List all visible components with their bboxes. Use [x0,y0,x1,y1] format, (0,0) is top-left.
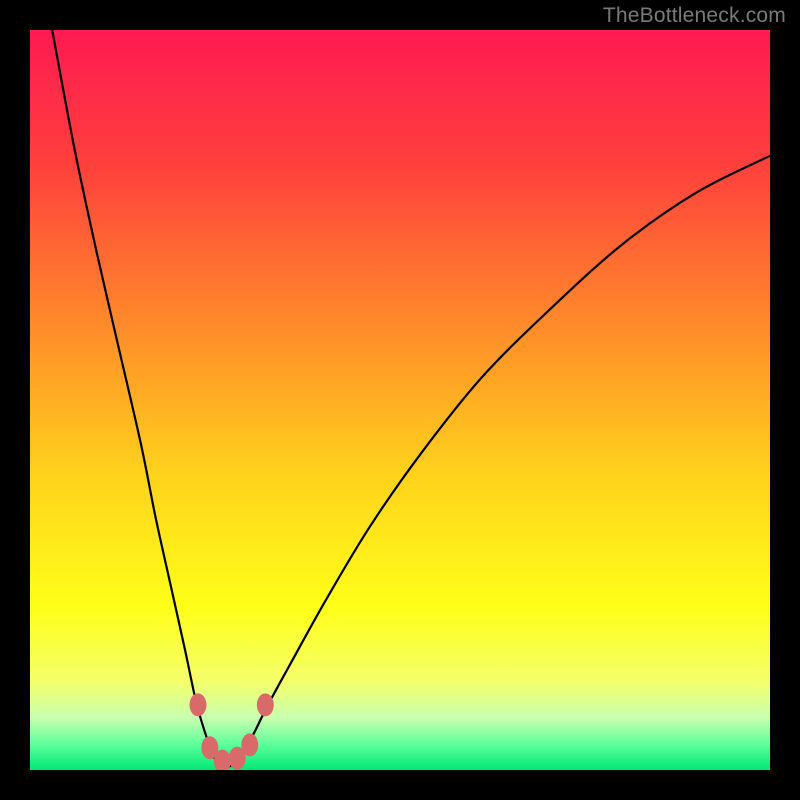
curve-marker [241,733,258,756]
watermark-text: TheBottleneck.com [603,4,786,28]
curve-marker [189,693,206,716]
plot-area [30,30,770,770]
curve-layer [30,30,770,770]
curve-marker [257,693,274,716]
bottleneck-curve [52,30,770,767]
chart-frame: TheBottleneck.com [0,0,800,800]
marker-group [189,693,273,770]
